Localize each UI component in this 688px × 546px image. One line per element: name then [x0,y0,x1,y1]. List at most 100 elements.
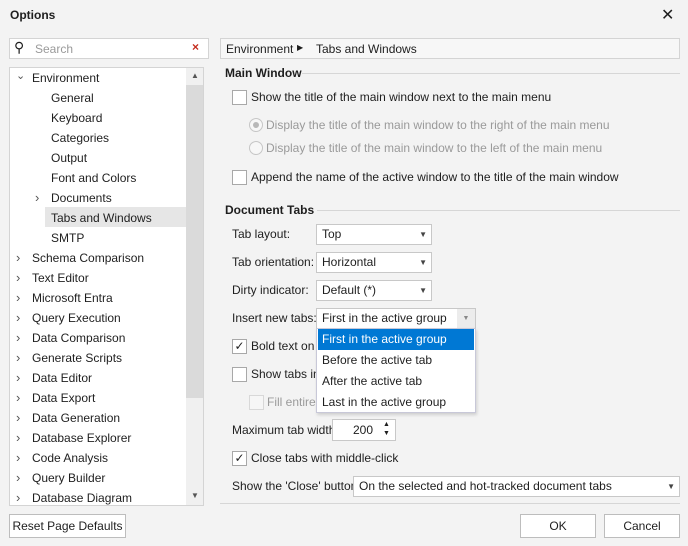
main-window-header: Main Window [225,66,302,80]
tree-item[interactable]: SMTP [51,228,84,248]
tree-item[interactable]: Categories [51,128,109,148]
close-button-select[interactable]: On the selected and hot-tracked document… [353,476,680,497]
close-icon[interactable]: ✕ [661,5,674,25]
show-title-checkbox[interactable] [232,90,247,105]
chevron-right-icon[interactable]: › [16,390,20,405]
tree-item[interactable]: Code Analysis [32,448,108,468]
dirty-indicator-select[interactable]: Default (*) ▼ [316,280,432,301]
radio-left[interactable] [249,141,263,155]
insert-tabs-label: Insert new tabs: [232,311,317,325]
tree-item[interactable]: Documents [51,188,112,208]
tree-item[interactable]: Database Diagram [32,488,132,505]
tree-item[interactable]: Schema Comparison [32,248,144,268]
tree-item[interactable]: Generate Scripts [32,348,122,368]
chevron-down-icon: ▼ [667,482,675,491]
max-tab-width-value: 200 [352,423,373,437]
dirty-indicator-label: Dirty indicator: [232,283,309,297]
tree-item[interactable]: Environment [32,68,99,88]
chevron-down-icon: ▼ [419,286,427,295]
close-button-label: Show the 'Close' button: [232,479,361,493]
max-tab-width-spinner[interactable]: 200 ▲ ▼ [332,419,396,441]
chevron-right-icon[interactable]: › [35,190,39,205]
dropdown-option[interactable]: After the active tab [318,371,474,392]
reset-page-defaults-button[interactable]: Reset Page Defaults [9,514,126,538]
close-button-value: On the selected and hot-tracked document… [359,479,612,493]
tree-item[interactable]: Font and Colors [51,168,136,188]
radio-right-label[interactable]: Display the title of the main window to … [266,118,610,132]
tree-item[interactable]: Microsoft Entra [32,288,113,308]
chevron-down-icon: ▼ [419,230,427,239]
close-middle-checkbox[interactable]: ✓ [232,451,247,466]
dirty-indicator-value: Default (*) [322,283,377,297]
radio-left-label[interactable]: Display the title of the main window to … [266,141,602,155]
max-tab-width-label: Maximum tab width: [232,423,339,437]
search-icon: ⚲ [14,39,25,55]
breadcrumb-current: Tabs and Windows [316,42,417,56]
chevron-right-icon[interactable]: › [16,470,20,485]
scroll-down-icon[interactable]: ▼ [191,491,199,500]
dialog-title: Options [10,8,56,22]
chevron-right-icon[interactable]: › [16,450,20,465]
bold-text-checkbox[interactable]: ✓ [232,339,247,354]
chevron-right-icon[interactable]: › [16,350,20,365]
tree-item[interactable]: Output [51,148,87,168]
insert-tabs-select[interactable]: First in the active group ▼ [316,308,476,329]
append-label[interactable]: Append the name of the active window to … [251,170,619,184]
fill-entire-checkbox[interactable] [249,395,264,410]
show-tabs-label[interactable]: Show tabs in [251,367,320,381]
show-tabs-checkbox[interactable] [232,367,247,382]
dropdown-option[interactable]: First in the active group [318,329,474,350]
tab-orientation-value: Horizontal [322,255,377,269]
spin-down-icon[interactable]: ▼ [383,430,390,437]
tree-item[interactable]: Database Explorer [32,428,131,448]
tree-item[interactable]: Query Builder [32,468,105,488]
divider [302,73,680,74]
cancel-button[interactable]: Cancel [604,514,680,538]
tree-item[interactable]: Text Editor [32,268,89,288]
chevron-right-icon[interactable]: › [16,330,20,345]
tab-layout-select[interactable]: Top ▼ [316,224,432,245]
breadcrumb-environment[interactable]: Environment [226,42,293,56]
tab-layout-label: Tab layout: [232,227,291,241]
breadcrumb: Environment ▶ Tabs and Windows [220,38,680,59]
ok-button[interactable]: OK [520,514,596,538]
chevron-right-icon[interactable]: › [16,310,20,325]
chevron-right-icon[interactable]: › [16,490,20,505]
tree-item[interactable]: Keyboard [51,108,102,128]
insert-tabs-value: First in the active group [322,311,447,325]
tree-item[interactable]: Data Editor [32,368,92,388]
tab-orientation-select[interactable]: Horizontal ▼ [316,252,432,273]
radio-right[interactable] [249,118,263,132]
bold-text-label[interactable]: Bold text on s [251,339,324,353]
chevron-down-icon: ▼ [457,309,475,328]
chevron-right-icon[interactable]: › [16,370,20,385]
dropdown-option[interactable]: Last in the active group [318,392,474,413]
tree-scrollbar[interactable]: ▲ ▼ [186,68,203,505]
fill-entire-label[interactable]: Fill entire [267,395,316,409]
tree-item[interactable]: Tabs and Windows [51,208,152,228]
chevron-right-icon[interactable]: › [16,290,20,305]
show-title-label[interactable]: Show the title of the main window next t… [251,90,551,104]
search-input[interactable]: ⚲ Search × [9,38,209,59]
tab-layout-value: Top [322,227,342,241]
append-checkbox[interactable] [232,170,247,185]
scroll-thumb[interactable] [186,85,203,398]
close-middle-label[interactable]: Close tabs with middle-click [251,451,398,465]
clear-search-icon[interactable]: × [192,40,199,54]
tree-item[interactable]: Data Generation [32,408,120,428]
spin-up-icon[interactable]: ▲ [383,421,390,428]
chevron-right-icon[interactable]: › [16,250,20,265]
chevron-right-icon[interactable]: › [16,270,20,285]
tree-item[interactable]: General [51,88,94,108]
tree-item[interactable]: Data Export [32,388,95,408]
chevron-down-icon[interactable]: ⌄ [16,69,25,82]
tree-item[interactable]: Data Comparison [32,328,125,348]
chevron-right-icon[interactable]: › [16,410,20,425]
tree-item[interactable]: Query Execution [32,308,121,328]
chevron-down-icon: ▼ [419,258,427,267]
insert-tabs-dropdown: First in the active group Before the act… [316,328,476,413]
chevron-right-icon[interactable]: › [16,430,20,445]
document-tabs-header: Document Tabs [225,203,315,217]
scroll-up-icon[interactable]: ▲ [191,71,199,80]
dropdown-option[interactable]: Before the active tab [318,350,474,371]
